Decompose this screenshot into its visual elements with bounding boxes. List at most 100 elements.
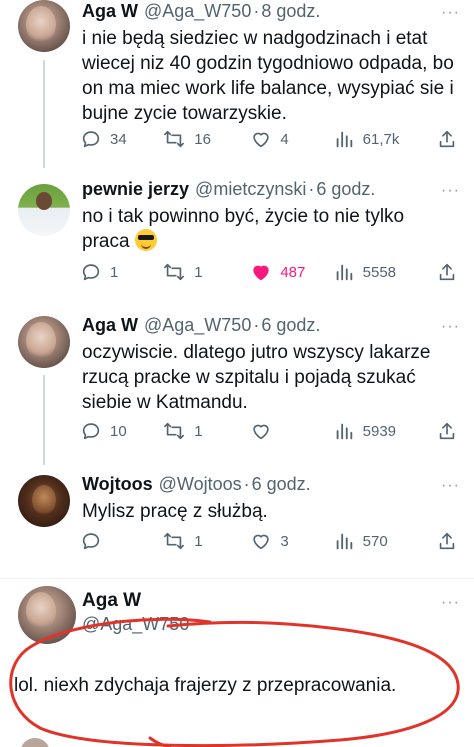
- tweet-text: no i tak powinno być, życie to nie tylko…: [82, 204, 412, 254]
- tweet-actions: 1 1 487 5558: [80, 260, 458, 284]
- views-count: 5939: [362, 422, 397, 440]
- retweet-button[interactable]: 1: [162, 530, 250, 552]
- share-icon: [439, 263, 455, 281]
- tweet-header: Aga W @Aga_W750 · 6 godz.: [82, 314, 460, 336]
- user-handle[interactable]: @mietczynski: [195, 178, 306, 200]
- user-handle[interactable]: @Wojtoos: [159, 473, 242, 495]
- like-button[interactable]: [250, 420, 332, 442]
- tweet-actions: 34 16 4 61,7k: [80, 127, 458, 151]
- share-icon: [439, 130, 455, 148]
- separator-dot: ·: [253, 1, 260, 21]
- views-count: 61,7k: [362, 130, 400, 148]
- more-icon[interactable]: ···: [441, 477, 460, 495]
- tweet-header: Aga W @Aga_W750 · 8 godz.: [82, 0, 460, 22]
- like-count: 4: [280, 130, 289, 148]
- share-button[interactable]: [436, 530, 458, 552]
- reply-button[interactable]: 1: [80, 261, 162, 283]
- display-name[interactable]: Aga W: [82, 0, 138, 22]
- retweet-count: 1: [194, 422, 203, 440]
- retweet-button[interactable]: 1: [162, 261, 250, 283]
- timestamp[interactable]: 6 godz.: [316, 178, 375, 200]
- tweet-header: pewnie jerzy @mietczynski · 6 godz.: [82, 178, 460, 200]
- retweet-count: 1: [194, 532, 203, 550]
- like-filled-icon: [253, 265, 270, 281]
- views-button[interactable]: 5558: [333, 261, 436, 283]
- avatar[interactable]: [18, 475, 70, 527]
- timestamp[interactable]: 6 godz.: [252, 473, 311, 495]
- reply-button[interactable]: [80, 530, 162, 552]
- more-icon[interactable]: ···: [441, 182, 460, 200]
- views-icon: [336, 533, 352, 550]
- tweet-actions: 10 1 5939: [80, 419, 458, 443]
- retweet-icon: [164, 130, 185, 148]
- separator-dot: ·: [253, 315, 260, 335]
- user-handle[interactable]: @Aga_W750: [82, 614, 460, 635]
- reply-count: 34: [110, 130, 127, 148]
- like-button[interactable]: 3: [250, 530, 332, 552]
- avatar[interactable]: [18, 316, 70, 368]
- like-button[interactable]: 487: [250, 261, 332, 283]
- divider: [0, 578, 474, 579]
- display-name[interactable]: Aga W: [82, 590, 460, 612]
- views-button[interactable]: 5939: [333, 420, 436, 442]
- tweet[interactable]: Wojtoos @Wojtoos · 6 godz. ··· Mylisz pr…: [0, 473, 474, 573]
- share-button[interactable]: [436, 128, 458, 150]
- retweet-icon: [164, 422, 185, 440]
- avatar[interactable]: [18, 184, 70, 236]
- like-button[interactable]: 4: [250, 128, 332, 150]
- more-icon[interactable]: ···: [441, 318, 460, 336]
- tweet-header: Wojtoos @Wojtoos · 6 godz.: [82, 473, 460, 495]
- separator-dot: ·: [243, 474, 250, 494]
- views-button[interactable]: 61,7k: [333, 128, 436, 150]
- tweet-text-body: no i tak powinno być, życie to nie tylko…: [82, 206, 405, 252]
- display-name[interactable]: pewnie jerzy: [82, 178, 189, 200]
- display-name[interactable]: Aga W: [82, 314, 138, 336]
- share-icon: [439, 422, 455, 440]
- tweet[interactable]: Aga W @Aga_W750 · 8 godz. ··· i nie będą…: [0, 0, 474, 168]
- separator-dot: ·: [308, 179, 315, 199]
- tweet-actions: 1 3 570: [80, 529, 458, 553]
- timestamp[interactable]: 6 godz.: [261, 314, 320, 336]
- tweet-text: Mylisz pracę z służbą.: [82, 501, 268, 522]
- like-count: 3: [280, 532, 289, 550]
- reply-button[interactable]: 10: [80, 420, 162, 442]
- display-name[interactable]: Wojtoos: [82, 473, 153, 495]
- reply-icon: [82, 533, 100, 550]
- reply-icon: [82, 131, 100, 148]
- focused-tweet[interactable]: Aga W @Aga_W750 ···: [0, 584, 474, 747]
- like-icon: [253, 424, 270, 440]
- retweet-icon: [164, 263, 185, 281]
- reply-icon: [82, 423, 100, 440]
- views-button[interactable]: 570: [333, 530, 436, 552]
- share-icon: [439, 532, 455, 550]
- like-icon: [253, 534, 270, 550]
- views-icon: [336, 423, 352, 440]
- retweet-icon: [164, 532, 185, 550]
- avatar[interactable]: [18, 586, 76, 644]
- share-button[interactable]: [436, 261, 458, 283]
- reply-count: 1: [110, 263, 119, 281]
- reply-count: 10: [110, 422, 127, 440]
- retweet-count: 1: [194, 263, 203, 281]
- retweet-count: 16: [194, 130, 211, 148]
- retweet-button[interactable]: 1: [162, 420, 250, 442]
- focused-tweet-text: lol. niexh zdychaja frajerzy z przepraco…: [14, 675, 397, 696]
- like-icon: [253, 132, 270, 148]
- share-button[interactable]: [436, 420, 458, 442]
- reply-icon: [82, 264, 100, 281]
- views-count: 5558: [362, 263, 397, 281]
- more-icon[interactable]: ···: [441, 4, 460, 22]
- tweet-text: oczywiscie. dlatego jutro wszyscy lakarz…: [82, 342, 431, 413]
- user-handle[interactable]: @Aga_W750: [144, 0, 251, 22]
- tweet[interactable]: Aga W @Aga_W750 · 6 godz. ··· oczywiscie…: [0, 314, 474, 452]
- reply-button[interactable]: 34: [80, 128, 162, 150]
- tweet-text: i nie będą siedziec w nadgodzinach i eta…: [82, 28, 454, 124]
- timestamp[interactable]: 8 godz.: [261, 0, 320, 22]
- more-icon[interactable]: ···: [441, 594, 460, 612]
- avatar[interactable]: [18, 0, 70, 52]
- sunglasses-emoji-icon: [134, 229, 157, 251]
- like-count: 487: [280, 263, 306, 281]
- user-handle[interactable]: @Aga_W750: [144, 314, 251, 336]
- tweet[interactable]: pewnie jerzy @mietczynski · 6 godz. ··· …: [0, 178, 474, 296]
- retweet-button[interactable]: 16: [162, 128, 250, 150]
